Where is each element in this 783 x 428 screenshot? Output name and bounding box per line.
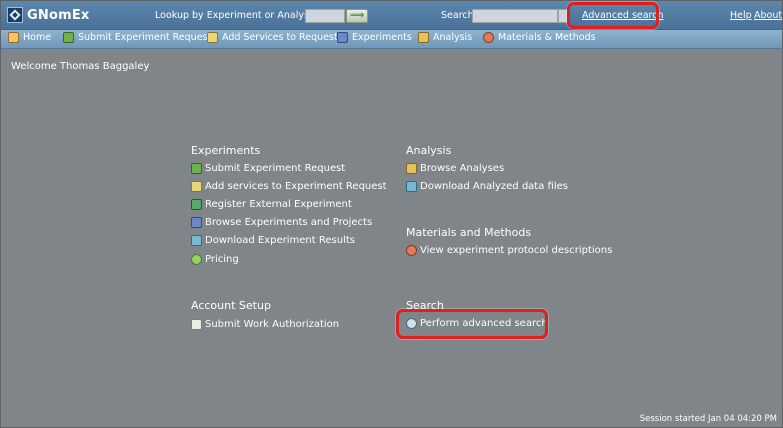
menu-experiments[interactable]: Experiments: [337, 32, 412, 43]
link-label: Browse Experiments and Projects: [205, 217, 373, 228]
arrow-right-icon: ⟹: [349, 10, 365, 21]
link-submit-work-authorization[interactable]: Submit Work Authorization: [191, 319, 339, 330]
link-download-analyzed-files[interactable]: Download Analyzed data files: [406, 181, 568, 192]
materials-heading: Materials and Methods: [406, 226, 532, 239]
link-label: View experiment protocol descriptions: [420, 245, 613, 256]
document-icon: [191, 319, 202, 330]
link-pricing[interactable]: Pricing: [191, 254, 239, 265]
menu-analysis-label: Analysis: [433, 32, 473, 43]
menu-add-services-label: Add Services to Request: [222, 32, 338, 43]
add-services-icon: [207, 32, 218, 43]
analysis-icon: [418, 32, 429, 43]
link-view-protocols[interactable]: View experiment protocol descriptions: [406, 245, 612, 256]
menu-materials-label: Materials & Methods: [498, 32, 596, 43]
pricing-icon: [191, 254, 202, 265]
link-browse-analyses[interactable]: Browse Analyses: [406, 163, 504, 174]
menu-submit-request[interactable]: Submit Experiment Request: [63, 32, 211, 43]
link-label: Pricing: [205, 254, 239, 265]
experiments-heading: Experiments: [191, 144, 261, 157]
lookup-go-button[interactable]: ⟹: [346, 9, 368, 23]
link-submit-experiment-request[interactable]: Submit Experiment Request: [191, 163, 345, 174]
add-services-icon: [191, 181, 202, 192]
app-logo[interactable]: GNomEx: [7, 7, 90, 23]
link-label: Download Experiment Results: [205, 235, 355, 246]
main-menu: Home Submit Experiment Request Add Servi…: [1, 30, 782, 49]
link-label: Submit Experiment Request: [205, 163, 346, 174]
menu-experiments-label: Experiments: [352, 32, 412, 43]
welcome-text: Welcome Thomas Baggaley: [11, 61, 150, 72]
menu-materials[interactable]: Materials & Methods: [483, 32, 596, 43]
download-icon: [191, 235, 202, 246]
lookup-input[interactable]: [305, 9, 345, 23]
menu-home-label: Home: [23, 32, 52, 43]
analysis-heading: Analysis: [406, 144, 452, 157]
top-header: GNomEx Lookup by Experiment or Analysis …: [1, 1, 782, 30]
lookup-label: Lookup by Experiment or Analysis #: [155, 10, 328, 21]
link-label: Submit Work Authorization: [205, 319, 340, 330]
menu-analysis[interactable]: Analysis: [418, 32, 472, 43]
advanced-search-highlight: [567, 2, 659, 29]
search-input[interactable]: [472, 9, 558, 23]
analysis-icon: [406, 163, 417, 174]
app-name: GNomEx: [27, 7, 90, 23]
session-status: Session started Jan 04 04:20 PM: [639, 414, 777, 424]
download-icon: [406, 181, 417, 192]
menu-home[interactable]: Home: [8, 32, 51, 43]
link-browse-experiments[interactable]: Browse Experiments and Projects: [191, 217, 372, 228]
gnomex-logo-icon: [7, 7, 23, 23]
link-register-external-experiment[interactable]: Register External Experiment: [191, 199, 352, 210]
link-label: Register External Experiment: [205, 199, 352, 210]
submit-request-icon: [63, 32, 74, 43]
submit-request-icon: [191, 163, 202, 174]
link-download-experiment-results[interactable]: Download Experiment Results: [191, 235, 355, 246]
register-experiment-icon: [191, 199, 202, 210]
menu-submit-request-label: Submit Experiment Request: [78, 32, 212, 43]
help-link[interactable]: Help: [730, 10, 752, 21]
link-label: Browse Analyses: [420, 163, 505, 174]
flask-icon: [191, 217, 202, 228]
materials-icon: [406, 245, 417, 256]
materials-icon: [483, 32, 494, 43]
link-add-services[interactable]: Add services to Experiment Request: [191, 181, 387, 192]
account-heading: Account Setup: [191, 299, 271, 312]
search-label: Search: [441, 10, 474, 21]
menu-add-services[interactable]: Add Services to Request: [207, 32, 338, 43]
perform-search-highlight: [396, 309, 548, 339]
about-link[interactable]: About: [754, 10, 782, 21]
link-label: Download Analyzed data files: [420, 181, 568, 192]
flask-icon: [337, 32, 348, 43]
home-icon: [8, 32, 19, 43]
link-label: Add services to Experiment Request: [205, 181, 387, 192]
